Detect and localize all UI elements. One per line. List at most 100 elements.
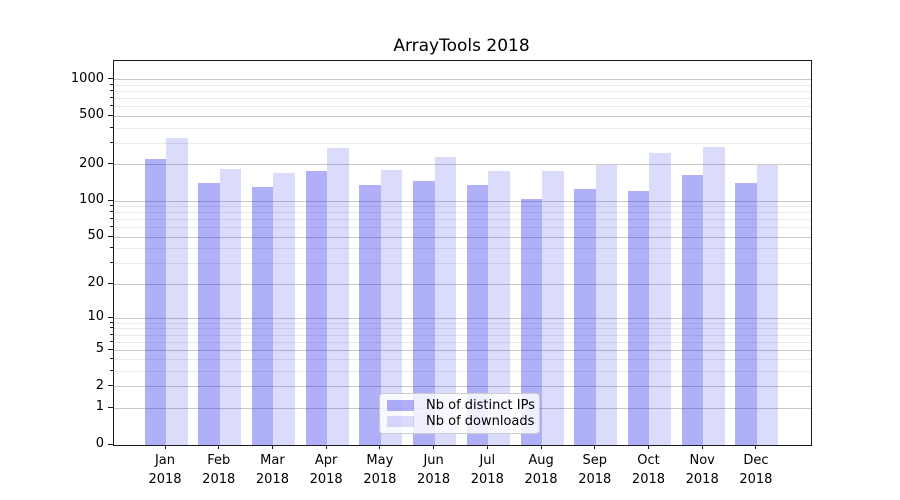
bar-distinct-ips — [252, 187, 274, 445]
x-tick-label-line: Sep — [565, 451, 625, 470]
gridline-major — [114, 116, 811, 117]
plot-area — [113, 60, 812, 446]
legend-label-distinct-ips: Nb of distinct IPs — [426, 398, 535, 413]
x-tick-label-line: 2018 — [404, 470, 464, 489]
x-tick-label-line: 2018 — [242, 470, 302, 489]
y-minor-tick-mark — [110, 211, 113, 212]
y-minor-tick-mark — [110, 142, 113, 143]
legend-swatch-downloads-icon — [387, 416, 414, 427]
x-tick-label-line: 2018 — [135, 470, 195, 489]
legend-label-downloads: Nb of downloads — [426, 414, 534, 429]
bar-distinct-ips — [198, 183, 220, 445]
gridline-major — [114, 79, 811, 80]
y-minor-tick-mark — [110, 322, 113, 323]
chart-title: ArrayTools 2018 — [113, 36, 810, 56]
gridline-minor — [114, 128, 811, 129]
legend-item-distinct-ips: Nb of distinct IPs — [387, 398, 532, 413]
y-minor-tick-mark — [110, 84, 113, 85]
x-tick-label: Jul2018 — [457, 451, 517, 489]
x-tick-label: Dec2018 — [726, 451, 786, 489]
y-minor-tick-mark — [110, 327, 113, 328]
x-tick-label-line: 2018 — [511, 470, 571, 489]
x-tick-label-line: 2018 — [672, 470, 732, 489]
x-tick-mark — [326, 445, 327, 449]
legend-item-downloads: Nb of downloads — [387, 414, 532, 429]
x-tick-label: Aug2018 — [511, 451, 571, 489]
x-tick-label-line: 2018 — [457, 470, 517, 489]
legend-swatch-distinct-ips-icon — [387, 400, 414, 411]
y-tick-mark — [108, 349, 113, 350]
bar-downloads — [703, 147, 725, 445]
y-minor-tick-mark — [110, 127, 113, 128]
gridline-minor — [114, 91, 811, 92]
x-tick-label-line: Oct — [618, 451, 678, 470]
gridline-minor — [114, 85, 811, 86]
x-tick-mark — [379, 445, 380, 449]
y-minor-tick-mark — [110, 334, 113, 335]
x-tick-label-line: Jun — [404, 451, 464, 470]
x-tick-label-line: 2018 — [350, 470, 410, 489]
y-tick-mark — [108, 444, 113, 445]
bar-downloads — [649, 153, 671, 445]
y-tick-label: 50 — [0, 227, 104, 245]
x-tick-label: Jan2018 — [135, 451, 195, 489]
x-tick-label-line: May — [350, 451, 410, 470]
y-tick-mark — [108, 78, 113, 79]
gridline-minor — [114, 98, 811, 99]
x-tick-label-line: 2018 — [618, 470, 678, 489]
bar-distinct-ips — [574, 189, 596, 445]
legend: Nb of distinct IPs Nb of downloads — [379, 393, 540, 434]
x-tick-mark — [648, 445, 649, 449]
y-minor-tick-mark — [110, 97, 113, 98]
y-tick-mark — [108, 200, 113, 201]
x-tick-label: May2018 — [350, 451, 410, 489]
bar-distinct-ips — [628, 191, 650, 445]
x-tick-label-line: Jan — [135, 451, 195, 470]
bar-distinct-ips — [306, 171, 328, 445]
y-minor-tick-mark — [110, 205, 113, 206]
x-tick-label: Feb2018 — [189, 451, 249, 489]
gridline-minor — [114, 143, 811, 144]
bar-distinct-ips — [359, 185, 381, 445]
bar-distinct-ips — [145, 159, 167, 445]
y-minor-tick-mark — [110, 262, 113, 263]
x-tick-mark — [272, 445, 273, 449]
y-tick-mark — [108, 236, 113, 237]
y-minor-tick-mark — [110, 370, 113, 371]
x-tick-label-line: Nov — [672, 451, 732, 470]
y-tick-mark — [108, 385, 113, 386]
y-minor-tick-mark — [110, 226, 113, 227]
y-tick-label: 200 — [0, 155, 104, 173]
y-minor-tick-mark — [110, 105, 113, 106]
x-tick-label: Sep2018 — [565, 451, 625, 489]
y-tick-mark — [108, 283, 113, 284]
x-tick-label-line: Aug — [511, 451, 571, 470]
x-tick-label: Apr2018 — [296, 451, 356, 489]
bar-distinct-ips — [735, 183, 757, 445]
bar-distinct-ips — [682, 175, 704, 445]
bar-downloads — [220, 169, 242, 445]
y-tick-label: 1 — [0, 398, 104, 416]
x-tick-label-line: Apr — [296, 451, 356, 470]
y-tick-mark — [108, 115, 113, 116]
y-tick-label: 5 — [0, 340, 104, 358]
x-tick-mark — [218, 445, 219, 449]
y-tick-label: 1000 — [0, 70, 104, 88]
x-tick-mark — [487, 445, 488, 449]
x-tick-mark — [541, 445, 542, 449]
y-minor-tick-mark — [110, 247, 113, 248]
x-tick-label: Mar2018 — [242, 451, 302, 489]
x-tick-label-line: Jul — [457, 451, 517, 470]
y-tick-label: 2 — [0, 377, 104, 395]
y-tick-label: 10 — [0, 308, 104, 326]
x-tick-mark — [702, 445, 703, 449]
bar-downloads — [596, 165, 618, 445]
x-tick-label: Oct2018 — [618, 451, 678, 489]
x-tick-label-line: Dec — [726, 451, 786, 470]
x-tick-label-line: Feb — [189, 451, 249, 470]
x-tick-label: Jun2018 — [404, 451, 464, 489]
bar-downloads — [327, 148, 349, 445]
bar-downloads — [273, 173, 295, 445]
x-tick-mark — [165, 445, 166, 449]
y-minor-tick-mark — [110, 90, 113, 91]
